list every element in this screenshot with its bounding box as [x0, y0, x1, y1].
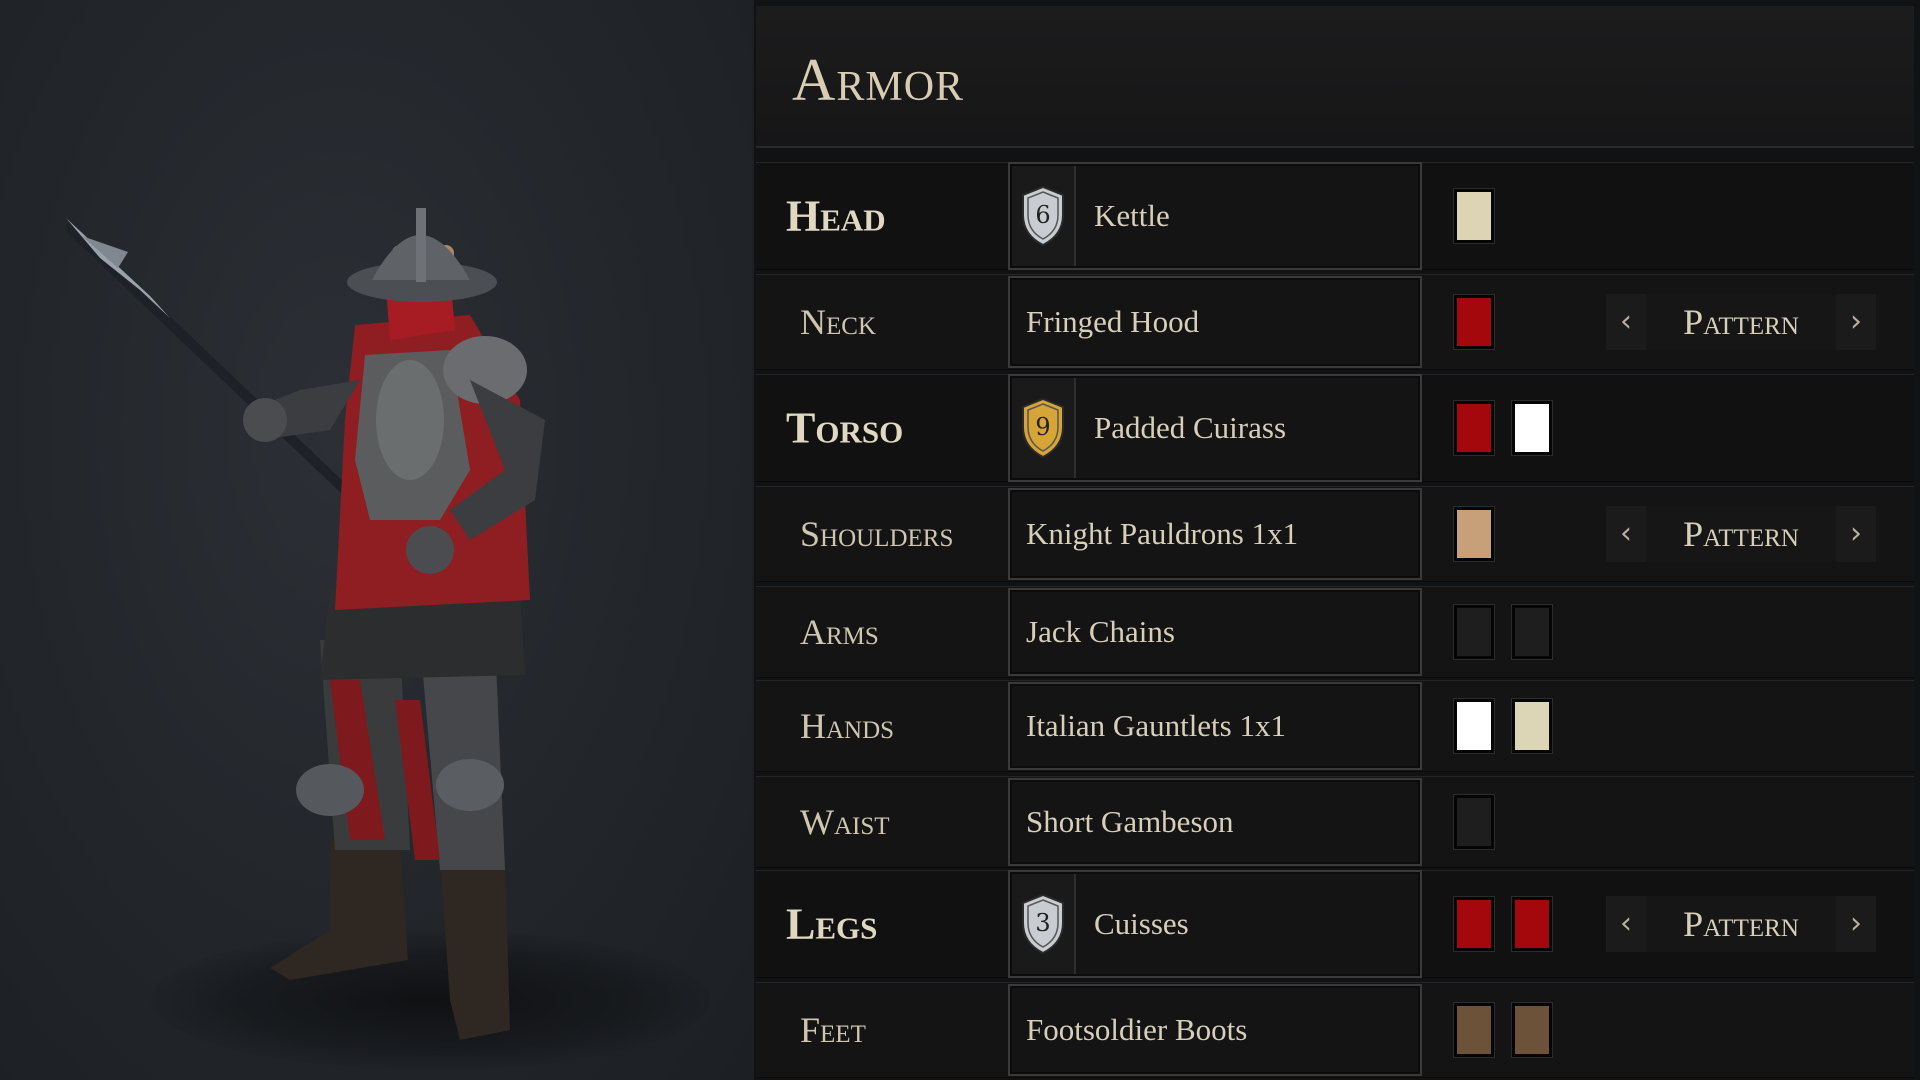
color-swatch-1[interactable] — [1454, 795, 1494, 849]
armor-panel: Armor Head 6 Kettle Neck Fringed Hood ‹ Pa… — [752, 0, 1920, 1080]
chevron-left-icon[interactable]: ‹ — [1606, 294, 1646, 350]
slot-label: Torso — [786, 403, 904, 453]
slot-label: Neck — [800, 302, 876, 342]
item-selector[interactable]: Footsoldier Boots — [1008, 984, 1422, 1076]
chevron-left-icon[interactable]: ‹ — [1606, 896, 1646, 952]
color-swatch-2[interactable] — [1512, 897, 1552, 951]
item-name: Kettle — [1094, 198, 1170, 233]
armor-slot-row-arms: Arms Jack Chains — [756, 586, 1914, 678]
color-swatch-1[interactable] — [1454, 897, 1494, 951]
color-swatch-2[interactable] — [1512, 605, 1552, 659]
armor-slot-row-torso: Torso 9 Padded Cuirass — [756, 374, 1914, 482]
item-selector[interactable]: Knight Pauldrons 1x1 — [1008, 488, 1422, 580]
character-preview[interactable] — [0, 0, 752, 1080]
item-selector[interactable]: Jack Chains — [1008, 588, 1422, 676]
panel-header: Armor — [756, 6, 1914, 148]
pattern-selector: ‹ Pattern › — [1606, 506, 1876, 562]
tier-number: 9 — [1035, 413, 1050, 441]
color-swatch-1[interactable] — [1454, 295, 1494, 349]
item-name: Padded Cuirass — [1094, 410, 1287, 445]
chevron-right-icon[interactable]: › — [1836, 506, 1876, 562]
color-swatch-2[interactable] — [1512, 699, 1552, 753]
chevron-right-icon[interactable]: › — [1836, 294, 1876, 350]
color-swatch-1[interactable] — [1454, 401, 1494, 455]
armor-slot-row-head: Head 6 Kettle — [756, 162, 1914, 270]
tier-badge: 3 — [1012, 874, 1076, 974]
item-name: Cuisses — [1094, 906, 1189, 941]
item-selector[interactable]: Short Gambeson — [1008, 778, 1422, 866]
pattern-label: Pattern — [1683, 514, 1799, 554]
armor-slot-row-waist: Waist Short Gambeson — [756, 776, 1914, 868]
chevron-left-icon[interactable]: ‹ — [1606, 506, 1646, 562]
pattern-selector: ‹ Pattern › — [1606, 896, 1876, 952]
tier-number: 6 — [1035, 201, 1050, 229]
tier-number: 3 — [1035, 909, 1050, 937]
slot-label: Feet — [800, 1010, 866, 1050]
knight-character-model — [65, 208, 545, 1040]
slot-label: Waist — [800, 802, 890, 842]
pattern-label: Pattern — [1683, 302, 1799, 342]
armor-slot-row-feet: Feet Footsoldier Boots — [756, 982, 1914, 1078]
armor-slot-row-neck: Neck Fringed Hood ‹ Pattern › — [756, 274, 1914, 370]
item-selector[interactable]: 6 Kettle — [1008, 162, 1422, 270]
armor-slot-row-hands: Hands Italian Gauntlets 1x1 — [756, 680, 1914, 772]
chevron-right-icon[interactable]: › — [1836, 896, 1876, 952]
slot-label: Hands — [800, 706, 895, 746]
slot-label: Arms — [800, 612, 879, 652]
color-swatch-1[interactable] — [1454, 1003, 1494, 1057]
color-swatch-1[interactable] — [1454, 507, 1494, 561]
item-selector[interactable]: 3 Cuisses — [1008, 870, 1422, 978]
shield-icon: 3 — [1022, 893, 1064, 955]
item-selector[interactable]: Fringed Hood — [1008, 276, 1422, 368]
item-selector[interactable]: Italian Gauntlets 1x1 — [1008, 682, 1422, 770]
color-swatch-2[interactable] — [1512, 401, 1552, 455]
tier-badge: 6 — [1012, 166, 1076, 266]
item-selector[interactable]: 9 Padded Cuirass — [1008, 374, 1422, 482]
item-name: Short Gambeson — [1026, 804, 1234, 839]
armor-slot-row-shoulders: Shoulders Knight Pauldrons 1x1 ‹ Pattern … — [756, 486, 1914, 582]
item-name: Fringed Hood — [1026, 304, 1200, 339]
item-name: Jack Chains — [1026, 614, 1175, 649]
slot-label: Head — [786, 191, 886, 241]
shield-icon: 9 — [1022, 397, 1064, 459]
armor-slot-row-legs: Legs 3 Cuisses ‹ Pattern › — [756, 870, 1914, 978]
pattern-selector: ‹ Pattern › — [1606, 294, 1876, 350]
item-name: Italian Gauntlets 1x1 — [1026, 708, 1286, 743]
slot-label: Shoulders — [800, 514, 954, 554]
panel-title: Armor — [792, 47, 965, 113]
item-name: Knight Pauldrons 1x1 — [1026, 516, 1299, 551]
tier-badge: 9 — [1012, 378, 1076, 478]
slot-label: Legs — [786, 899, 878, 949]
item-name: Footsoldier Boots — [1026, 1012, 1248, 1047]
color-swatch-1[interactable] — [1454, 189, 1494, 243]
color-swatch-2[interactable] — [1512, 1003, 1552, 1057]
shield-icon: 6 — [1022, 185, 1064, 247]
color-swatch-1[interactable] — [1454, 605, 1494, 659]
color-swatch-1[interactable] — [1454, 699, 1494, 753]
pattern-label: Pattern — [1683, 904, 1799, 944]
